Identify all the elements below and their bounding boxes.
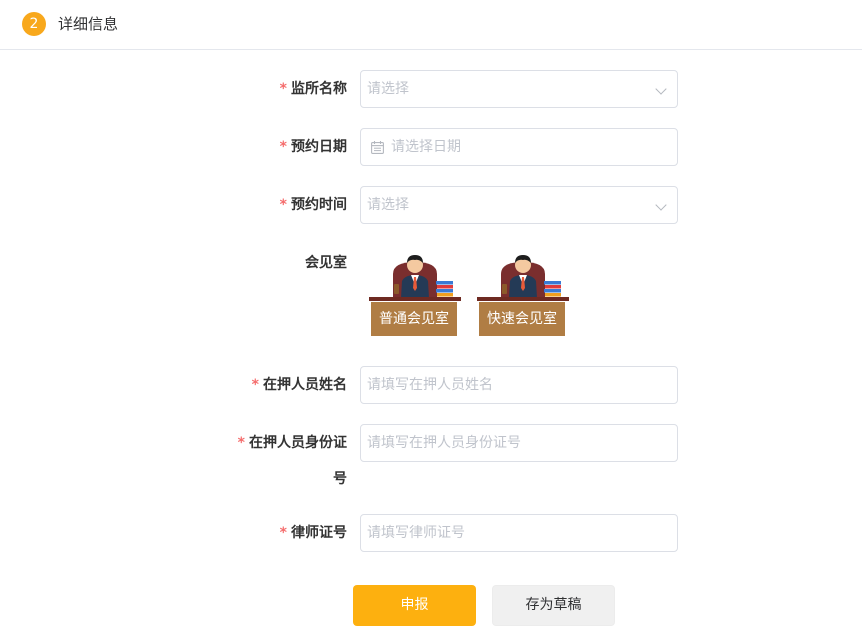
- required-mark: *: [279, 197, 287, 213]
- room-option-normal[interactable]: 普通会见室: [369, 250, 461, 336]
- appointment-date-label: * 预约日期: [280, 137, 347, 157]
- detainee-name-label-text: 在押人员姓名: [263, 377, 347, 393]
- detainee-id-label-line1: 在押人员身份证: [249, 435, 347, 451]
- lawyer-license-label-text: 律师证号: [291, 525, 347, 541]
- required-mark: *: [237, 435, 245, 451]
- detainee-name-placeholder: 请填写在押人员姓名: [367, 377, 493, 393]
- section-header: 2 详细信息: [0, 0, 862, 50]
- prison-name-select[interactable]: 请选择: [360, 70, 678, 108]
- required-mark: *: [279, 81, 287, 97]
- prison-name-label: * 监所名称: [280, 79, 347, 99]
- prison-name-placeholder: 请选择: [367, 81, 409, 97]
- required-mark: *: [279, 139, 287, 155]
- lawyer-license-placeholder: 请填写律师证号: [367, 525, 465, 541]
- appointment-date-label-text: 预约日期: [291, 139, 347, 155]
- chevron-down-icon: [655, 199, 667, 211]
- appointment-date-placeholder: 请选择日期: [391, 139, 461, 155]
- detainee-id-label: * 在押人员身份证: [238, 433, 347, 453]
- room-option-normal-label: 普通会见室: [371, 302, 457, 336]
- save-draft-button[interactable]: 存为草稿: [492, 585, 615, 626]
- lawyer-license-label: * 律师证号: [280, 523, 347, 543]
- room-option-fast[interactable]: 快速会见室: [477, 250, 569, 336]
- judge-desk-illustration: [477, 255, 569, 301]
- appointment-time-label: * 预约时间: [280, 195, 347, 215]
- appointment-time-label-text: 预约时间: [291, 197, 347, 213]
- submit-button[interactable]: 申报: [353, 585, 476, 626]
- room-option-fast-label: 快速会见室: [479, 302, 565, 336]
- section-title: 详细信息: [58, 15, 119, 33]
- required-mark: *: [279, 525, 287, 541]
- detainee-id-input[interactable]: 请填写在押人员身份证号: [360, 424, 678, 462]
- appointment-time-select[interactable]: 请选择: [360, 186, 678, 224]
- lawyer-license-input[interactable]: 请填写律师证号: [360, 514, 678, 552]
- meeting-room-label: 会见室: [305, 255, 347, 271]
- appointment-date-picker[interactable]: 请选择日期: [360, 128, 678, 166]
- judge-desk-illustration: [369, 255, 461, 301]
- detainee-name-label: * 在押人员姓名: [252, 375, 347, 395]
- detainee-id-label-line2: 号: [333, 471, 347, 487]
- required-mark: *: [251, 377, 259, 393]
- step-badge: 2: [22, 12, 46, 36]
- detainee-id-placeholder: 请填写在押人员身份证号: [367, 435, 521, 451]
- chevron-down-icon: [655, 83, 667, 95]
- prison-name-label-text: 监所名称: [291, 81, 347, 97]
- appointment-time-placeholder: 请选择: [367, 197, 409, 213]
- detainee-name-input[interactable]: 请填写在押人员姓名: [360, 366, 678, 404]
- calendar-icon: [371, 141, 384, 154]
